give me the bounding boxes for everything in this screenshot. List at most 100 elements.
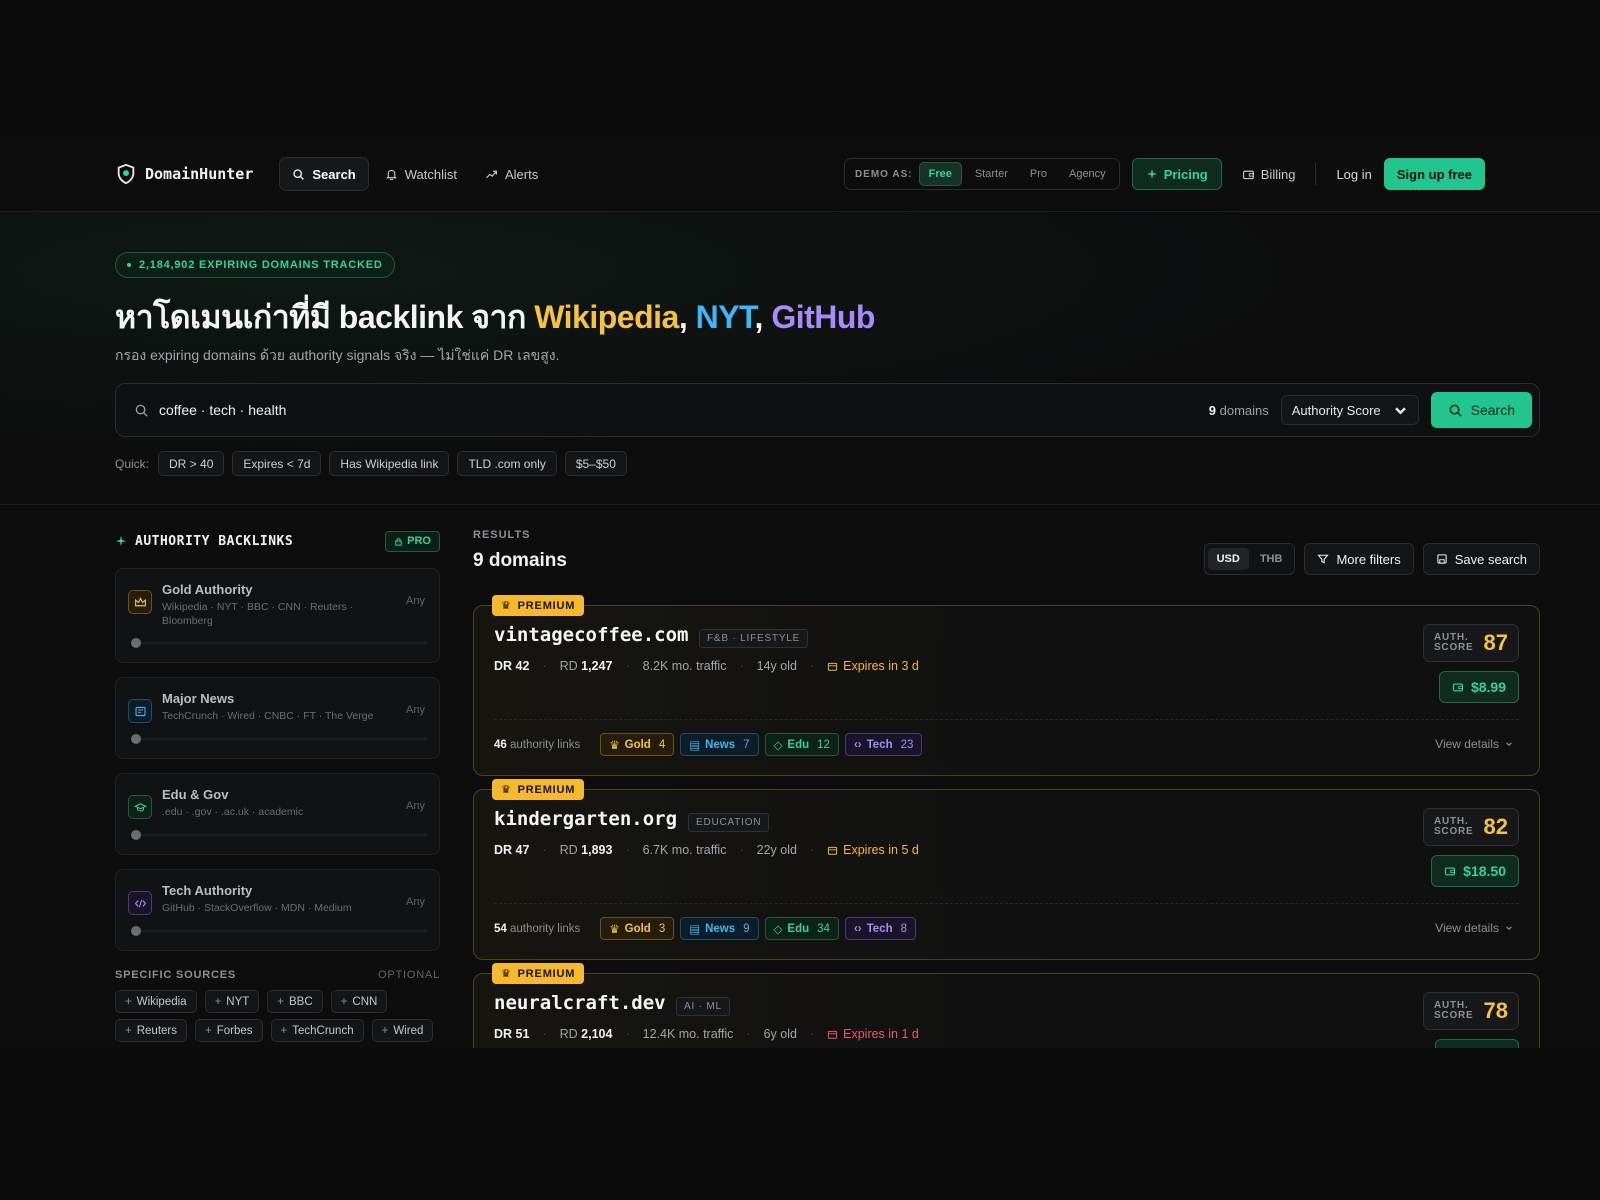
source-chip[interactable]: + CNN [330,990,388,1013]
dr-stat: DR 42 [494,659,529,673]
expiry-stat: Expires in 3 d [827,659,919,673]
authority-links-row: 46 authority links ♛ Gold 4 ▤ News 7 ◇ Edu 12 … [494,733,923,756]
quick-filter-chip[interactable]: Expires < 7d [232,451,322,476]
code-icon [128,891,152,915]
edu-links-chip[interactable]: ◇ Edu 12 [764,733,839,756]
nav-alerts[interactable]: Alerts [473,157,550,191]
quick-filter-chip[interactable]: $5–$50 [564,451,627,476]
dr-stat: DR 51 [494,1027,529,1041]
top-nav: DomainHunter Search Watchlist Alerts DEM… [0,137,1600,212]
slider-track[interactable] [134,834,427,836]
headline-comma-2: , [754,299,764,335]
authority-links-number: 46 [494,738,507,751]
signup-button[interactable]: Sign up free [1383,158,1485,190]
quick-filter-chip[interactable]: Has Wikipedia link [329,451,450,476]
stat-separator: · [739,843,744,857]
rd-value: 1,893 [581,843,613,857]
domain-name[interactable]: vintagecoffee.com [494,624,688,646]
source-chip[interactable]: + Reuters [115,1019,187,1042]
page-subtitle: กรอง expiring domains ด้วย authority sig… [115,347,560,363]
currency-usd[interactable]: USD [1207,548,1249,570]
page-title: หาโดเมนเก่าที่มี backlink จาก Wikipedia,… [115,292,875,343]
graduation-cap-icon [128,795,152,819]
news-links-chip[interactable]: ▤ News 7 [680,733,759,756]
plus-icon: + [277,995,285,1008]
sparkle-icon [115,535,127,547]
plus-icon: + [205,1024,212,1037]
quick-filter-chip[interactable]: TLD .com only [457,451,557,476]
source-chip-label: Wired [393,1024,424,1037]
domain-card[interactable]: ♛ PREMIUM kindergarten.org EDUCATION DR 4… [473,779,1540,960]
price-value: $18.50 [1463,863,1506,879]
search-input[interactable]: coffee · tech · health [159,402,286,418]
slider-handle[interactable] [131,638,141,648]
news-links-chip[interactable]: ▤ News 9 [680,917,759,940]
demo-option-pro[interactable]: Pro [1021,163,1056,185]
search-icon [135,404,148,417]
price-value: $8.99 [1470,679,1506,695]
authority-filter-edu[interactable]: Edu & Gov .edu · .gov · .ac.uk · academi… [115,773,440,855]
source-chip[interactable]: + NYT [204,990,260,1013]
demo-option-starter[interactable]: Starter [966,163,1017,185]
domain-card[interactable]: ♛ PREMIUM neuralcraft.dev AI · ML DR 51 · … [473,963,1540,1048]
specific-sources-optional: OPTIONAL [377,969,440,981]
slider-handle[interactable] [131,734,141,744]
slider-track[interactable] [134,930,427,932]
stat-separator: · [809,843,815,857]
nav-search[interactable]: Search [279,157,369,191]
source-chip[interactable]: + Forbes [195,1019,263,1042]
authority-filter-tech[interactable]: Tech Authority GitHub · StackOverflow · … [115,869,440,951]
save-search-button[interactable]: Save search [1422,543,1540,575]
filter-card-value: Any [406,704,425,716]
sort-select[interactable]: Authority Score [1280,395,1419,425]
source-chip[interactable]: + BBC [267,990,323,1013]
billing-link[interactable]: Billing [1230,158,1308,190]
search-submit-button[interactable]: Search [1430,392,1532,428]
tech-links-chip[interactable]: ‹› Tech 8 [844,917,917,940]
price-button[interactable]: $8.99 [1438,671,1519,703]
price-button[interactable] [1435,1039,1519,1048]
view-details-link[interactable]: View details [1435,921,1513,935]
source-chip[interactable]: + TechCrunch [270,1019,364,1042]
more-filters-button[interactable]: More filters [1304,543,1414,575]
edu-links-chip[interactable]: ◇ Edu 34 [764,917,839,940]
view-details-link[interactable]: View details [1435,737,1513,751]
authority-score-label-line2: SCORE [1433,642,1474,653]
quick-filter-chip[interactable]: DR > 40 [158,451,225,476]
price-button[interactable]: $18.50 [1431,855,1519,887]
demo-option-free[interactable]: Free [918,162,962,186]
slider-handle[interactable] [131,830,141,840]
filter-sidebar: AUTHORITY BACKLINKS PRO Gold Authority W… [115,530,440,1042]
domain-name[interactable]: neuralcraft.dev [494,992,666,1014]
rd-label: RD [559,843,578,857]
source-chip[interactable]: + Wikipedia [115,990,197,1013]
stat-separator: · [542,659,547,673]
wallet-icon [1452,683,1464,692]
currency-thb[interactable]: THB [1251,548,1292,570]
pricing-button[interactable]: Pricing [1131,158,1222,190]
wallet-icon [1242,170,1254,179]
domain-card[interactable]: ♛ PREMIUM vintagecoffee.com F&B · LIFESTY… [473,595,1540,776]
tracked-badge-text: 2,184,902 EXPIRING DOMAINS TRACKED [139,259,383,271]
demo-option-agency[interactable]: Agency [1060,163,1115,185]
login-link[interactable]: Log in [1324,167,1383,182]
gold-links-chip[interactable]: ♛ Gold 3 [600,917,675,940]
slider-track[interactable] [134,738,427,740]
expiry-text: Expires in 1 d [843,1027,919,1041]
source-chip[interactable]: + Wired [371,1019,434,1042]
gold-links-chip[interactable]: ♛ Gold 4 [600,733,675,756]
card-divider [494,719,1519,720]
tracked-badge: 2,184,902 EXPIRING DOMAINS TRACKED [115,252,395,278]
slider-track[interactable] [134,642,427,644]
authority-filter-gold[interactable]: Gold Authority Wikipedia · NYT · BBC · C… [115,568,440,663]
plus-icon: + [214,995,222,1008]
source-chip-label: Reuters [136,1024,177,1037]
tech-links-chip[interactable]: ‹› Tech 23 [844,733,923,756]
authority-filter-news[interactable]: Major News TechCrunch · Wired · CNBC · F… [115,677,440,759]
status-dot-icon [127,263,131,267]
nav-watchlist[interactable]: Watchlist [373,157,469,191]
filter-card-title: Tech Authority [162,883,253,898]
logo[interactable]: DomainHunter [115,163,253,185]
domain-name[interactable]: kindergarten.org [494,808,677,830]
slider-handle[interactable] [131,926,141,936]
